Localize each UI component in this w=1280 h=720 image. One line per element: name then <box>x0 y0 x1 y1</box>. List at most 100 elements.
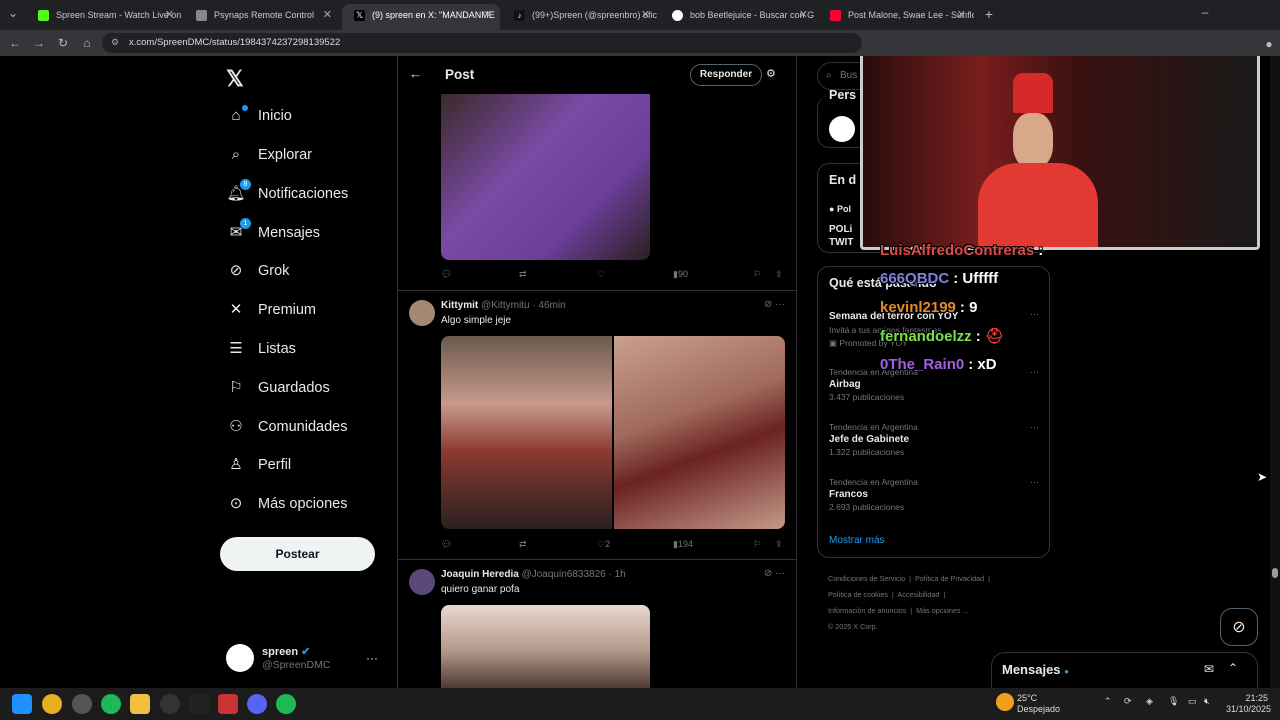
nav-explorar[interactable]: ⌕ Explorar <box>226 140 312 170</box>
nav-perfil[interactable]: ♙ Perfil <box>226 450 291 480</box>
more-dots-icon[interactable]: ⊘ ··· <box>764 568 785 579</box>
views-count[interactable]: ▮ 90 <box>673 269 688 280</box>
forward-button[interactable]: → <box>30 34 48 52</box>
reload-button[interactable]: ↻ <box>54 34 72 52</box>
like-count[interactable]: ♡ 2 <box>597 539 610 550</box>
more-dots-icon[interactable]: ··· <box>1030 367 1039 377</box>
footer-link[interactable]: Accesibilidad <box>897 590 939 599</box>
nav-mas-opciones[interactable]: ⊙ Más opciones <box>226 489 348 519</box>
discord-icon[interactable] <box>247 694 267 714</box>
share-icon[interactable]: ⇪ <box>775 539 783 550</box>
site-info-icon[interactable]: ⚙ <box>111 37 121 47</box>
nav-listas[interactable]: ☰ Listas <box>226 334 296 364</box>
footer-link[interactable]: Más opciones ... <box>916 606 968 615</box>
tweet[interactable]: Joaquin Heredia @Joaquin6833826 · 1h ⊘ ·… <box>397 559 797 688</box>
post-image[interactable] <box>441 94 650 260</box>
more-dots-icon[interactable]: ··· <box>366 651 378 665</box>
bookmark-icon[interactable]: ⚐ <box>753 539 761 550</box>
avatar[interactable] <box>409 300 435 326</box>
tab-kick[interactable]: Spreen Stream - Watch Live on ✕ <box>26 4 182 30</box>
windows-start-icon[interactable] <box>12 694 32 714</box>
scrollbar-thumb[interactable] <box>1272 568 1278 578</box>
tab-youtube[interactable]: Post Malone, Swae Lee - Sunflo ✕ <box>818 4 974 30</box>
nav-notificaciones[interactable]: 🔔︎ 8 Notificaciones <box>226 179 348 209</box>
settings-sliders-icon[interactable]: ⚙ <box>766 67 776 80</box>
nav-comunidades[interactable]: ⚇ Comunidades <box>226 412 347 442</box>
x-logo-icon[interactable]: 𝕏 <box>226 66 244 92</box>
messages-drawer[interactable]: Mensajes ● ✉ ⌃ <box>991 652 1258 688</box>
new-tab-button[interactable]: + <box>980 5 998 23</box>
account-switcher[interactable]: spreen ✔ @SpreenDMC ··· <box>226 642 386 676</box>
spotify-icon[interactable] <box>276 694 296 714</box>
footer-link[interactable]: Política de Privacidad <box>915 574 984 583</box>
grok-icon[interactable]: ⊘ <box>1220 608 1258 646</box>
close-icon[interactable]: ✕ <box>165 4 174 26</box>
app-icon[interactable] <box>218 694 238 714</box>
share-icon[interactable]: ⇪ <box>775 269 783 280</box>
tray-icon[interactable]: ⟳ <box>1124 696 1132 707</box>
tab-x-post[interactable]: 𝕏 (9) spreen en X: "MANDANME ✕ <box>342 4 500 30</box>
chevron-up-icon[interactable]: ⌃ <box>1228 661 1238 675</box>
repost-icon[interactable]: ⇄ <box>519 269 527 280</box>
more-dots-icon[interactable]: ··· <box>1030 309 1039 319</box>
more-dots-icon[interactable]: ⊘ ··· <box>764 299 785 310</box>
reply-icon[interactable]: 💬︎ <box>441 269 452 280</box>
tab-psynaps[interactable]: Psynaps Remote Control ✕ <box>184 4 340 30</box>
chrome-icon[interactable] <box>42 694 62 714</box>
close-icon[interactable]: ✕ <box>957 4 966 26</box>
post-image[interactable] <box>441 336 612 529</box>
show-more-link[interactable]: Mostrar más <box>829 535 885 546</box>
weather-icon[interactable] <box>996 693 1014 711</box>
avatar[interactable] <box>829 116 855 142</box>
spotify-icon[interactable] <box>101 694 121 714</box>
nav-mensajes[interactable]: ✉ 1 Mensajes <box>226 218 320 248</box>
tab-google[interactable]: bob Beetlejuice - Buscar con G ✕ <box>660 4 816 30</box>
tray-icon[interactable]: ◈ <box>1146 696 1153 707</box>
trend-item[interactable]: Tendencia en Argentina Francos 2.693 pub… <box>829 477 1039 512</box>
more-dots-icon[interactable]: ··· <box>1030 477 1039 487</box>
close-icon[interactable]: ✕ <box>323 4 332 26</box>
nav-guardados[interactable]: ⚐ Guardados <box>226 373 329 403</box>
trend-item[interactable]: Tendencia en Argentina Jefe de Gabinete … <box>829 422 1039 457</box>
back-arrow-icon[interactable]: ← <box>409 66 422 81</box>
url-bar[interactable]: ⚙ x.com/SpreenDMC/status/198437423729813… <box>102 33 862 53</box>
close-icon[interactable]: ✕ <box>799 4 808 26</box>
clock[interactable]: 21:25 31/10/2025 <box>1226 693 1271 715</box>
post-button[interactable]: Postear <box>220 537 375 571</box>
tweet[interactable]: Kittymit @Kittymitu · 46min ⊘ ··· Algo s… <box>397 290 797 560</box>
folder-icon[interactable] <box>130 694 150 714</box>
nav-premium[interactable]: ✕ Premium <box>226 295 316 325</box>
news-headline[interactable]: POLi TWIT <box>829 223 853 249</box>
reply-button[interactable]: Responder <box>690 64 762 86</box>
reply-icon[interactable]: 💬︎ <box>441 539 452 550</box>
obs-icon[interactable] <box>72 694 92 714</box>
bookmark-icon[interactable]: ⚐ <box>753 269 761 280</box>
more-dots-icon[interactable]: ··· <box>1030 422 1039 432</box>
close-icon[interactable]: ✕ <box>483 4 492 26</box>
microphone-icon[interactable]: 🎙︎ <box>1168 696 1179 707</box>
post-image[interactable] <box>441 605 650 688</box>
views-count[interactable]: ▮ 194 <box>673 539 693 550</box>
nav-grok[interactable]: ⊘ Grok <box>226 256 290 286</box>
back-button[interactable]: ← <box>6 34 24 52</box>
weather-widget[interactable]: 25°C Despejado <box>1017 693 1060 715</box>
avatar[interactable] <box>409 569 435 595</box>
tab-tiktok[interactable]: ♪ (99+)Spreen (@spreenbro) ofic ✕ <box>502 4 658 30</box>
tab-search-icon[interactable]: ⌄ <box>4 4 22 22</box>
post-image[interactable] <box>614 336 785 529</box>
home-button[interactable]: ⌂ <box>78 34 96 52</box>
new-message-icon[interactable]: ✉ <box>1204 662 1214 676</box>
footer-link[interactable]: Política de cookies <box>828 590 888 599</box>
footer-link[interactable]: Información de anuncios <box>828 606 906 615</box>
minimize-button[interactable]: – <box>1196 3 1214 21</box>
close-icon[interactable]: ✕ <box>641 4 650 26</box>
scrollbar[interactable] <box>1270 56 1280 688</box>
app-icon[interactable] <box>189 694 209 714</box>
volume-icon[interactable]: 🔇︎ <box>1204 696 1210 707</box>
tweet-author[interactable]: Kittymit @Kittymitu · 46min <box>441 300 566 311</box>
like-icon[interactable]: ♡ <box>597 269 605 280</box>
tweet-author[interactable]: Joaquin Heredia @Joaquin6833826 · 1h <box>441 569 626 580</box>
display-icon[interactable]: ▭ <box>1188 696 1197 707</box>
footer-link[interactable]: Condiciones de Servicio <box>828 574 905 583</box>
repost-icon[interactable]: ⇄ <box>519 539 527 550</box>
